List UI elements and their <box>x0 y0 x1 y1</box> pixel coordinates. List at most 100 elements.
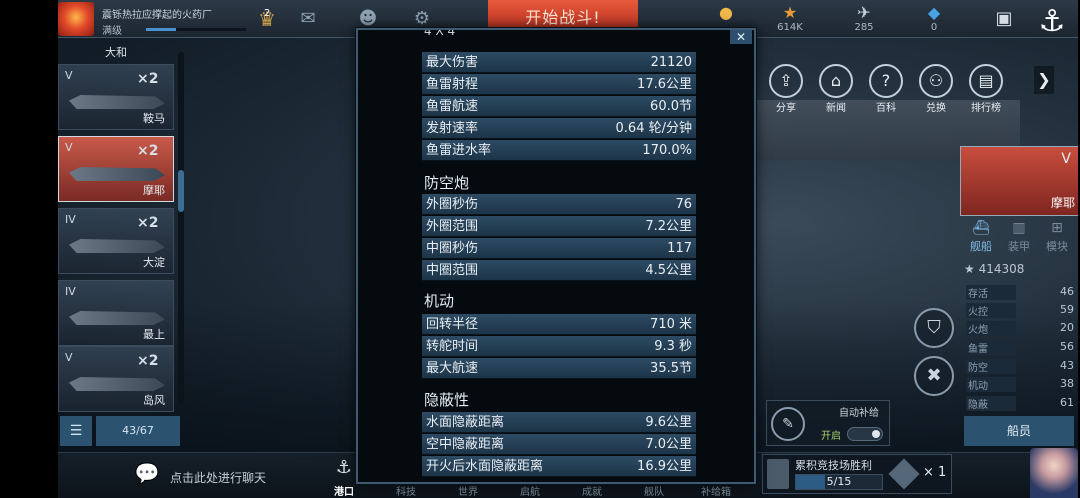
ship-card[interactable]: V ×2 鞍马 <box>58 64 174 130</box>
mail-icon[interactable]: ✉ <box>294 8 322 30</box>
stat-row: 机动 38 <box>962 377 1078 392</box>
exchange-button[interactable]: ⚇ 兑换 <box>914 64 958 114</box>
armor-icon: ▥ <box>1012 220 1026 236</box>
nav-label: 港口 <box>334 487 354 498</box>
stat-value: 59 <box>1060 303 1074 316</box>
tab-ship[interactable]: ⛴ 舰船 <box>962 218 1000 253</box>
stat-row: 中圈范围 4.5公里 <box>422 260 696 281</box>
ship-count-button[interactable]: 43/67 <box>96 416 180 446</box>
nav-label: 成就 <box>582 487 602 498</box>
share-button[interactable]: ⇪ 分享 <box>764 64 808 114</box>
tab-modules-label: 模块 <box>1046 240 1068 253</box>
ship-list-scrollbar[interactable] <box>178 52 184 404</box>
exchange-label: 兑换 <box>926 103 946 114</box>
anchor-icon[interactable]: ⚓ <box>1032 2 1072 42</box>
repair-tools-icon[interactable]: ✖ <box>914 356 954 396</box>
share-icon: ⇪ <box>769 64 803 98</box>
player-name: 震铄热拉应撑起的火药厂 <box>102 10 212 21</box>
scroll-thumb[interactable] <box>178 170 184 212</box>
close-icon[interactable]: ✕ <box>730 30 752 44</box>
nav-label: 补给箱 <box>701 487 731 498</box>
ship-tier: IV <box>65 285 76 298</box>
chat-icon[interactable]: 💬 <box>134 461 160 485</box>
player-flag-avatar[interactable] <box>58 2 94 36</box>
module-icon: ⊞ <box>1051 220 1063 236</box>
resupply-toggle[interactable] <box>847 427 883 441</box>
ship-card[interactable]: IV 最上 <box>58 280 174 346</box>
diamond-value: 0 <box>930 22 938 33</box>
news-button[interactable]: ⌂ 新闻 <box>814 64 858 114</box>
stat-row: 外圈秒伤 76 <box>422 194 696 215</box>
stat-row: 最大伤害 21120 <box>422 52 696 73</box>
stat-value: 60.0节 <box>650 99 692 114</box>
stat-row: 开火后水面隐蔽距离 16.9公里 <box>422 456 696 477</box>
ship-tier: V <box>1061 151 1071 167</box>
captain-avatar[interactable] <box>1030 448 1078 498</box>
stat-label: 空中隐蔽距离 <box>426 437 505 452</box>
leaderboard-button[interactable]: ▤ 排行榜 <box>964 64 1008 114</box>
stat-row: 鱼雷射程 17.6公里 <box>422 74 696 95</box>
arena-mission-panel[interactable]: 累积竞技场胜利 5/15 × 1 <box>762 454 952 494</box>
ship-tier: V <box>65 351 73 364</box>
encyclopedia-button[interactable]: ? 百科 <box>864 64 908 114</box>
tab-armor[interactable]: ▥ 装甲 <box>1000 218 1038 253</box>
friends-icon[interactable]: ☻ <box>354 8 382 30</box>
resupply-title: 自动补给 <box>839 408 879 419</box>
stat-row: 鱼雷 56 <box>962 340 1078 355</box>
stat-row: 回转半径 710 米 <box>422 314 696 335</box>
list-view-icon[interactable]: ☰ <box>60 416 92 446</box>
ship-name: 摩耶 <box>143 184 165 197</box>
ship-portrait[interactable]: V 摩耶 <box>960 146 1080 216</box>
ship-hull-image <box>69 167 165 181</box>
stat-label: 存活 <box>966 285 1016 300</box>
ship-hull-image <box>69 311 165 325</box>
star-resource[interactable]: ★ 614K <box>760 4 820 38</box>
toggle-knob <box>872 430 880 438</box>
treasure-chest-icon[interactable]: ▣ <box>990 8 1018 30</box>
ship-card[interactable]: V ×2 岛风 <box>58 346 174 412</box>
resupply-icon: ✎ <box>771 407 805 441</box>
stat-label: 开火后水面隐蔽距离 <box>426 459 544 474</box>
ship-multiplier: ×2 <box>137 215 159 231</box>
chevron-right-icon[interactable]: ❯ <box>1034 66 1054 94</box>
stat-value: 38 <box>1060 377 1074 390</box>
diamond-resource[interactable]: ◆ 0 <box>904 4 964 38</box>
stat-row: 火炮 20 <box>962 321 1078 336</box>
stat-value: 170.0% <box>642 143 692 158</box>
news-icon: ⌂ <box>819 64 853 98</box>
ship-card[interactable]: IV ×2 大淀 <box>58 208 174 274</box>
ship-name: 最上 <box>143 328 165 341</box>
stat-row: 最大航速 35.5节 <box>422 358 696 379</box>
stat-row: 鱼雷航速 60.0节 <box>422 96 696 117</box>
stat-label: 鱼雷射程 <box>426 77 479 92</box>
stat-label: 最大航速 <box>426 361 479 376</box>
stat-row: 防空 43 <box>962 359 1078 374</box>
stat-value: 710 米 <box>650 317 692 332</box>
crew-button[interactable]: 船员 <box>964 416 1074 446</box>
plane-resource[interactable]: ✈ 285 <box>834 4 894 38</box>
star-value: 614K <box>777 22 803 33</box>
ship-card-selected[interactable]: V ×2 摩耶 <box>58 136 174 202</box>
ship-power: ★ 414308 <box>964 262 1024 276</box>
settings-gear-icon[interactable]: ⚙ <box>408 8 436 30</box>
chat-prompt[interactable]: 点击此处进行聊天 <box>170 469 266 486</box>
arena-progress-text: 5/15 <box>826 475 852 488</box>
ship-tier: IV <box>65 213 76 226</box>
mission-icon <box>767 459 789 489</box>
emblem-icon[interactable]: ⛉ <box>914 308 954 348</box>
stat-value: 16.9公里 <box>637 459 692 474</box>
ship-tabs: ⛴ 舰船 ▥ 装甲 ⊞ 模块 <box>962 218 1078 253</box>
tab-modules[interactable]: ⊞ 模块 <box>1038 218 1076 253</box>
stat-value: 46 <box>1060 285 1074 298</box>
stat-label: 鱼雷航速 <box>426 99 479 114</box>
power-star-icon: ★ <box>964 262 979 276</box>
stat-value: 4.5公里 <box>645 263 692 278</box>
nav-label: 舰队 <box>644 487 664 498</box>
stat-label: 中圈秒伤 <box>426 241 479 256</box>
stat-label: 火控 <box>966 303 1016 318</box>
xp-bar-fill <box>146 28 176 31</box>
stat-label: 外圈范围 <box>426 219 479 234</box>
power-value: 414308 <box>978 262 1025 276</box>
arena-progress-bar: 5/15 <box>795 474 883 490</box>
stat-value: 20 <box>1060 321 1074 334</box>
